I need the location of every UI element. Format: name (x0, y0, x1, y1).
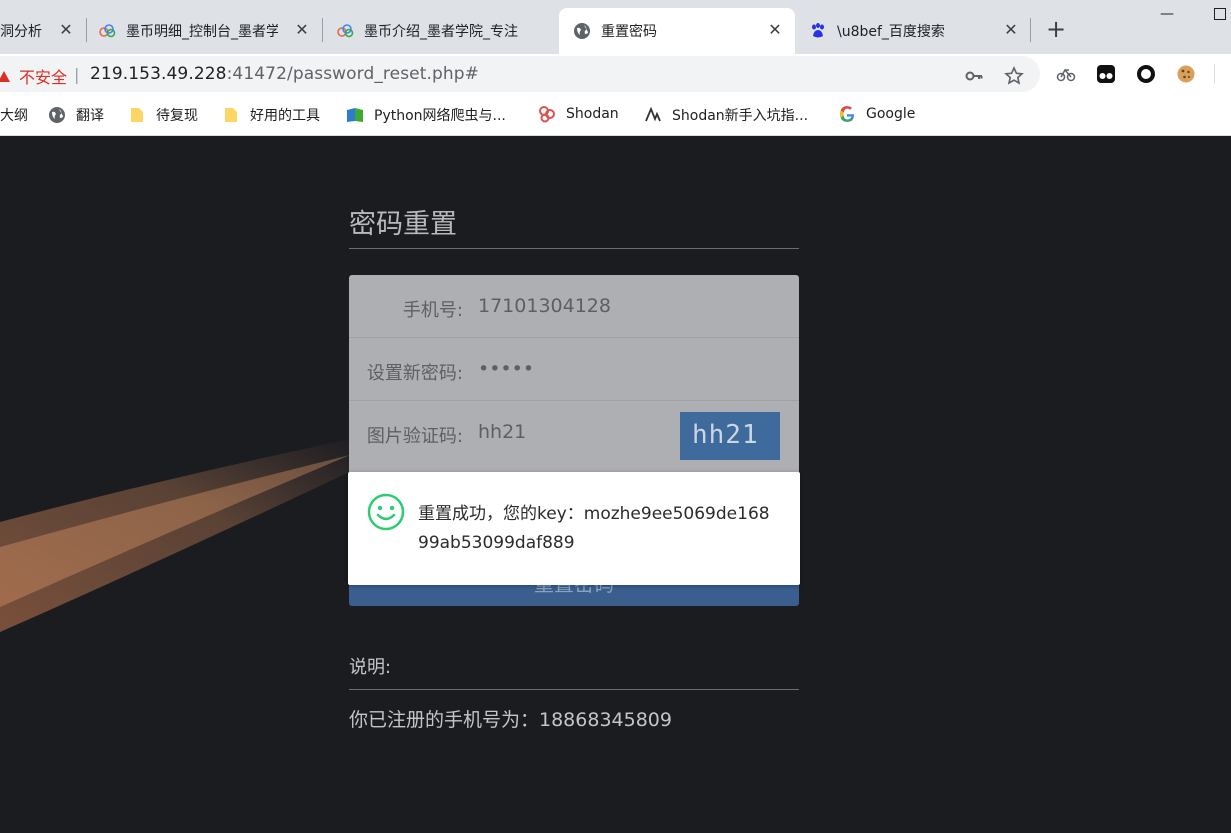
close-icon[interactable]: ✕ (1003, 20, 1019, 40)
extension-cookie-icon[interactable] (1176, 64, 1196, 84)
bookmark-folder-to-reproduce[interactable]: 待复现 (128, 105, 198, 125)
reset-password-button[interactable]: 重置密码 (349, 582, 799, 606)
note-divider (349, 689, 799, 690)
page-title: 密码重置 (349, 209, 457, 240)
shodan-guide-icon (645, 106, 661, 122)
tab-separator (86, 18, 87, 42)
bookmarks-bar: 大纲 翻译 待复现 好用的工具 Python网络爬虫与... Shodan Sh… (0, 94, 1231, 136)
tab-vuln-analysis[interactable]: 洞分析 ✕ (0, 8, 86, 54)
bookmark-python-crawler[interactable]: Python网络爬虫与... (346, 105, 506, 125)
title-divider (349, 248, 799, 249)
tab-separator (1030, 18, 1031, 42)
bookmark-folder-useful-tools[interactable]: 好用的工具 (222, 105, 320, 125)
address-separator: | (74, 65, 80, 84)
phone-label: 手机号: (402, 300, 463, 321)
bookmark-label: Google (866, 106, 916, 122)
reset-form: 手机号: 17101304128 设置新密码: ••••• 图片验证码: hh2… (349, 275, 799, 475)
book-icon (347, 108, 363, 122)
extension-tampermonkey-icon[interactable] (1096, 64, 1116, 84)
globe-icon (49, 107, 65, 123)
folder-icon (131, 108, 143, 122)
password-input[interactable]: ••••• (478, 358, 534, 380)
smile-icon (367, 493, 405, 531)
globe-icon (574, 23, 590, 39)
warning-triangle-icon (0, 70, 10, 82)
folder-icon (225, 108, 237, 122)
bookmark-label: 好用的工具 (250, 108, 320, 124)
captcha-input[interactable]: hh21 (478, 421, 526, 443)
toolbar-separator (1214, 64, 1215, 84)
tab-title: 墨币介绍_墨者学院_专注 (364, 24, 518, 40)
note-title: 说明: (349, 657, 392, 678)
address-bar[interactable]: 不安全 | 219.153.49.228:41472/password_rese… (0, 56, 1040, 92)
close-icon[interactable]: ✕ (58, 20, 74, 40)
shodan-icon (539, 106, 555, 123)
toast-message: 重置成功，您的key：mozhe9ee5069de16899ab53099daf… (418, 504, 770, 553)
bookmark-shodan[interactable]: Shodan (538, 105, 619, 123)
captcha-label: 图片验证码: (366, 426, 463, 447)
key-icon[interactable] (964, 66, 984, 86)
success-toast: 重置成功，您的key：mozhe9ee5069de16899ab53099daf… (348, 472, 800, 585)
phone-input[interactable]: 17101304128 (478, 295, 611, 317)
captcha-image-text: hh21 (692, 420, 759, 450)
url-text[interactable]: 219.153.49.228:41472/password_reset.php# (90, 64, 479, 84)
minimize-icon[interactable]: — (1160, 6, 1174, 22)
tab-title: 墨币明细_控制台_墨者学院 (126, 24, 278, 40)
close-icon[interactable]: ✕ (767, 20, 783, 40)
cloud-icon (99, 24, 116, 38)
url-host: 219.153.49.228 (90, 64, 227, 84)
tab-title: \u8bef_百度搜索 (837, 24, 945, 40)
tab-baidu-search[interactable]: \u8bef_百度搜索 ✕ (809, 8, 1031, 54)
star-bookmark-icon[interactable] (1004, 66, 1024, 86)
bookmark-label: 翻译 (76, 108, 104, 124)
bookmark-shodan-guide[interactable]: Shodan新手入坑指... (644, 105, 808, 125)
maximize-icon[interactable] (1214, 8, 1226, 20)
security-label: 不安全 (19, 68, 68, 87)
browser-toolbar: 不安全 | 219.153.49.228:41472/password_rese… (0, 54, 1231, 94)
password-row: 设置新密码: ••••• (349, 338, 799, 401)
extension-bike-icon[interactable] (1056, 64, 1076, 84)
note-text: 你已注册的手机号为：18868345809 (349, 709, 672, 731)
captcha-image[interactable]: hh21 (680, 412, 780, 460)
tab-title: 洞分析 (0, 24, 42, 40)
security-warning[interactable]: 不安全 (0, 64, 67, 88)
tab-mozhe-intro[interactable]: 墨币介绍_墨者学院_专注 (336, 8, 558, 54)
close-icon[interactable]: ✕ (294, 20, 310, 40)
tab-separator (322, 18, 323, 42)
bookmark-label: 待复现 (156, 108, 198, 124)
phone-row: 手机号: 17101304128 (349, 275, 799, 338)
bookmark-label: Shodan新手入坑指... (672, 108, 809, 124)
bookmark-label: Shodan (566, 106, 619, 122)
google-icon (840, 106, 855, 122)
tab-password-reset[interactable]: 重置密码 ✕ (559, 8, 795, 54)
baidu-paw-icon (812, 23, 824, 38)
bookmark-label: Python网络爬虫与... (374, 108, 506, 124)
bookmark-translate[interactable]: 翻译 (48, 105, 104, 125)
tab-mozhe-coins[interactable]: 墨币明细_控制台_墨者学院 ✕ (98, 8, 322, 54)
tab-strip: 洞分析 ✕ 墨币明细_控制台_墨者学院 ✕ 墨币介绍_墨者学院_专注 重置密码 … (0, 0, 1231, 54)
extension-ring-icon[interactable] (1136, 64, 1156, 84)
bookmark-outline[interactable]: 大纲 (0, 105, 28, 125)
tab-title: 重置密码 (601, 24, 657, 40)
url-path: :41472/password_reset.php# (226, 64, 479, 84)
bookmark-google[interactable]: Google (838, 105, 915, 123)
new-tab-plus-icon[interactable]: + (1046, 16, 1066, 42)
bookmark-label: 大纲 (0, 108, 28, 124)
password-label: 设置新密码: (366, 363, 463, 384)
page-content: 密码重置 手机号: 17101304128 设置新密码: ••••• 图片验证码… (0, 137, 1231, 833)
cloud-icon (337, 24, 354, 38)
